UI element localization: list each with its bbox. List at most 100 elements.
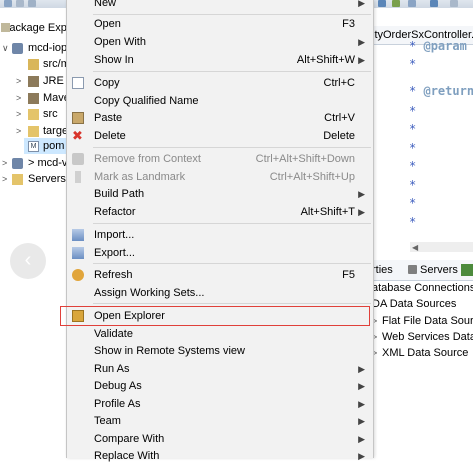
tree-item-target[interactable]: > targe [0, 123, 68, 139]
code-star: * [409, 57, 417, 71]
project-icon [12, 43, 23, 54]
menu-item-import[interactable]: Import... [67, 226, 373, 244]
code-line: * @return [409, 84, 473, 98]
tree-item-servers[interactable]: > Servers [0, 171, 66, 187]
export-icon [72, 247, 84, 259]
data-source-explorer-panel: rties Servers atabase Connections DA Dat… [372, 256, 473, 458]
editor-horizontal-scrollbar[interactable] [410, 242, 473, 252]
menu-item-new[interactable]: New ▶ [67, 0, 373, 12]
menu-item-paste[interactable]: Paste Ctrl+V [67, 109, 373, 127]
menu-item-run-as[interactable]: Run As ▶ [67, 360, 373, 378]
menu-separator [93, 71, 371, 72]
menu-item-build-path[interactable]: Build Path ▶ [67, 185, 373, 203]
tree-item-mcd-iop[interactable]: ∨ mcd-iop [0, 40, 68, 56]
menu-item-compare-with[interactable]: Compare With ▶ [67, 430, 373, 448]
tree-item-jre[interactable]: > JRE S [0, 73, 74, 89]
menu-item-mark-as-landmark[interactable]: Mark as Landmark Ctrl+Alt+Shift+Up [67, 168, 373, 186]
chevron-right-icon[interactable]: > [2, 155, 7, 171]
submenu-arrow-icon: ▶ [358, 434, 365, 444]
paste-icon [72, 112, 84, 124]
menu-item-copy-qualified-name[interactable]: Copy Qualified Name [67, 92, 373, 110]
code-line: * [409, 122, 416, 136]
chevron-right-icon[interactable]: > [16, 90, 21, 106]
submenu-arrow-icon: ▶ [358, 37, 365, 47]
submenu-arrow-icon: ▶ [358, 451, 365, 461]
toolbar-button-icon[interactable] [392, 0, 400, 7]
toolbar-button-icon[interactable] [450, 0, 458, 7]
chevron-right-icon[interactable]: > [16, 123, 21, 139]
toolbar-button-icon[interactable] [430, 0, 438, 7]
tree-item-label: Servers [28, 173, 66, 185]
menu-item-label: Assign Working Sets... [94, 287, 205, 299]
submenu-arrow-icon: ▶ [358, 364, 365, 374]
menu-item-remove-from-context[interactable]: Remove from Context Ctrl+Alt+Shift+Down [67, 150, 373, 168]
chevron-right-icon[interactable]: > [16, 73, 21, 89]
package-explorer-icon [1, 23, 10, 32]
tab-properties[interactable]: rties [372, 260, 393, 280]
menu-item-open[interactable]: Open F3 [67, 15, 373, 33]
chevron-right-icon[interactable]: > [16, 106, 21, 122]
menu-item-export[interactable]: Export... [67, 244, 373, 262]
tree-item-label: Flat File Data Source [382, 315, 473, 327]
menu-item-label: Compare With [94, 433, 165, 445]
tree-item-label: XML Data Source [382, 347, 469, 359]
folder-icon [12, 174, 23, 185]
back-arrow-button[interactable]: ‹ [10, 243, 46, 279]
menu-item-show-in[interactable]: Show In Alt+Shift+W ▶ [67, 51, 373, 69]
menu-item-refresh[interactable]: Refresh F5 [67, 266, 373, 284]
folder-icon [28, 126, 39, 137]
code-tag: @param [423, 39, 467, 53]
tree-item-oda-sources[interactable]: DA Data Sources [372, 296, 456, 312]
scroll-left-icon[interactable]: ◀ [412, 243, 418, 252]
copy-icon [72, 77, 84, 89]
tree-item-maven[interactable]: > Mave [0, 90, 70, 106]
submenu-arrow-icon: ▶ [358, 399, 365, 409]
tree-item-pom[interactable]: M pom [24, 138, 66, 154]
menu-item-shortcut: Alt+Shift+W [296, 54, 355, 66]
menu-item-show-in-remote-systems[interactable]: Show in Remote Systems view [67, 342, 373, 360]
context-menu: New ▶ Open F3 Open With ▶ Show In Alt+Sh… [66, 0, 374, 462]
menu-item-profile-as[interactable]: Profile As ▶ [67, 395, 373, 413]
code-star: * [409, 141, 417, 155]
menu-item-label: Open With [94, 36, 146, 48]
library-icon [28, 93, 39, 104]
chevron-down-icon[interactable]: ∨ [2, 40, 9, 56]
menu-item-delete[interactable]: ✖ Delete Delete [67, 127, 373, 145]
menu-item-label: Team [94, 415, 121, 427]
tree-item-label: mcd-iop [28, 42, 68, 54]
toolbar-button-icon[interactable] [378, 0, 386, 7]
tree-item-src[interactable]: > src [0, 106, 66, 122]
menu-item-refactor[interactable]: Refactor Alt+Shift+T ▶ [67, 203, 373, 221]
menu-item-label: Export... [94, 247, 135, 259]
menu-item-label: Profile As [94, 398, 141, 410]
menu-item-replace-with[interactable]: Replace With ▶ [67, 447, 373, 465]
menu-item-assign-working-sets[interactable]: Assign Working Sets... [67, 284, 373, 302]
menu-item-debug-as[interactable]: Debug As ▶ [67, 377, 373, 395]
source-folder-icon [28, 59, 39, 70]
remove-context-icon [72, 153, 84, 165]
tree-item-label: > mcd-v [28, 157, 68, 169]
menu-item-shortcut: Ctrl+C [323, 77, 355, 89]
menu-item-shortcut: Alt+Shift+T [300, 206, 355, 218]
code-star: * [409, 215, 417, 229]
tab-servers[interactable]: Servers [420, 260, 458, 280]
menu-item-copy[interactable]: Copy Ctrl+C [67, 74, 373, 92]
menu-separator [93, 147, 371, 148]
menu-item-team[interactable]: Team ▶ [67, 412, 373, 430]
code-star: * [409, 122, 417, 136]
menu-item-label: New [94, 0, 117, 9]
menu-item-label: Replace With [94, 450, 160, 462]
tree-item-src-main[interactable]: src/m [0, 56, 70, 72]
project-icon [12, 158, 23, 169]
submenu-arrow-icon: ▶ [358, 416, 365, 426]
toolbar-button-icon[interactable] [408, 0, 416, 7]
menu-item-shortcut: F5 [342, 269, 355, 281]
code-star: * [409, 178, 417, 192]
package-explorer-tree: ∨ mcd-iop src/m > JRE S > Mave > src > t… [0, 0, 74, 458]
data-source-explorer-icon[interactable] [461, 264, 473, 276]
tree-item-mcd-v[interactable]: > > mcd-v [0, 155, 68, 171]
chevron-right-icon[interactable]: > [2, 171, 7, 187]
menu-item-validate[interactable]: Validate [67, 325, 373, 343]
menu-item-open-with[interactable]: Open With ▶ [67, 33, 373, 51]
tree-item-database-connections[interactable]: atabase Connections [372, 280, 473, 296]
